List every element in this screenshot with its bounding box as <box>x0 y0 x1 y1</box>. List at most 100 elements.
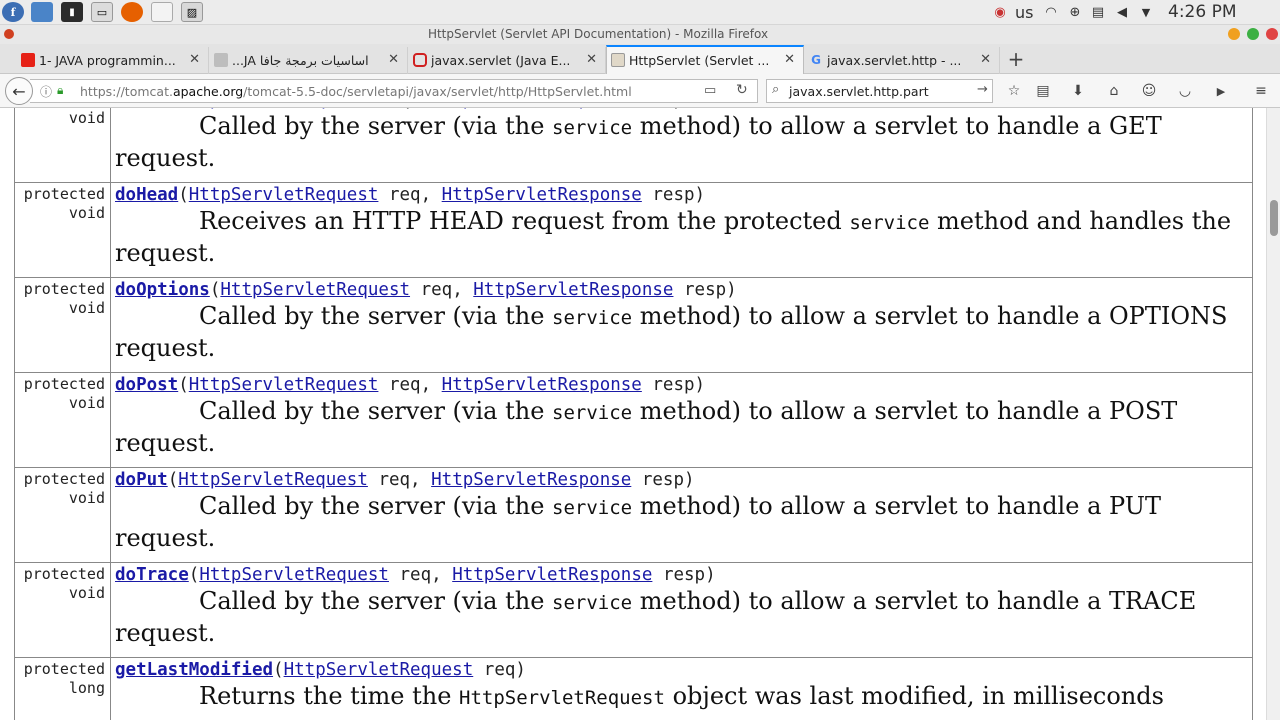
tab-javax-servlet-http[interactable]: G javax.servlet.http - ... ✕ <box>805 47 1000 74</box>
home-icon[interactable]: ⌂ <box>1104 82 1124 100</box>
param-type-link[interactable]: HttpServletRequest <box>284 660 474 680</box>
method-signature: doHead(HttpServletRequest req, HttpServl… <box>115 185 706 205</box>
method-row: protectedvoiddoGet(HttpServletRequest re… <box>14 108 1253 183</box>
param-name: req <box>378 470 411 490</box>
modifier-text: protected <box>23 470 105 488</box>
text-editor-icon[interactable] <box>151 2 173 22</box>
back-button[interactable]: ← <box>5 77 33 105</box>
method-name-link[interactable]: doGet <box>115 108 168 110</box>
reload-icon[interactable]: ↻ <box>736 82 748 98</box>
bookmarks-list-icon[interactable]: ▤ <box>1033 82 1053 100</box>
keyboard-layout-indicator[interactable]: us <box>1015 3 1033 22</box>
new-tab-button[interactable]: + <box>1004 48 1028 72</box>
modifier-cell: protectedvoid <box>14 277 111 373</box>
info-icon[interactable]: ⓘ <box>40 83 52 100</box>
param-name: resp <box>642 108 684 110</box>
param-type-link[interactable]: HttpServletRequest <box>189 185 379 205</box>
method-signature: doOptions(HttpServletRequest req, HttpSe… <box>115 280 737 300</box>
return-type-text: void <box>68 584 105 602</box>
minimize-button[interactable] <box>1228 28 1240 40</box>
description-code: HttpServletRequest <box>459 687 665 709</box>
tab-label: اساسيات برمجة جافا JA... <box>232 53 369 68</box>
description-code: service <box>552 592 633 614</box>
wifi-icon[interactable]: ◠ <box>1042 3 1060 21</box>
param-type-link[interactable]: HttpServletRequest <box>199 565 389 585</box>
download-icon[interactable]: ⬇ <box>1068 82 1088 100</box>
menu-icon[interactable]: ≡ <box>1251 82 1271 100</box>
scrollbar[interactable] <box>1266 108 1280 720</box>
close-button[interactable] <box>1266 28 1278 40</box>
description-text: Returns the time the <box>199 682 460 710</box>
description-text: object was last modified, in millisecond… <box>664 682 1164 710</box>
close-icon[interactable]: ✕ <box>586 52 597 67</box>
tab-java-programming[interactable]: 1- JAVA programmin... ✕ <box>17 47 209 74</box>
clock[interactable]: 4:26 PM <box>1168 2 1237 22</box>
description-text: Called by the server (via the <box>199 397 553 425</box>
method-row: protected void doPut(HttpServletRequest re… <box>14 467 1253 563</box>
param-name: req <box>388 375 421 395</box>
method-signature: getLastModified(HttpServletRequest req) <box>115 660 526 680</box>
param-type-link[interactable]: HttpServletRequest <box>178 108 368 110</box>
param-type-link[interactable]: HttpServletResponse <box>473 280 673 300</box>
youtube-addon-icon[interactable]: ▶ <box>1211 82 1231 100</box>
update-icon[interactable]: ⊕ <box>1066 3 1084 21</box>
method-detail-cell: getLastModified(HttpServletRequest req) R… <box>110 657 1253 720</box>
tab-arabic-java[interactable]: اساسيات برمجة جافا JA... ✕ <box>210 47 408 74</box>
image-viewer-icon[interactable]: ▨ <box>181 2 203 22</box>
param-name: req <box>388 185 421 205</box>
method-description: Called by the server (via the service me… <box>115 491 1248 553</box>
clipboard-icon[interactable]: ▤ <box>1090 3 1106 21</box>
lock-icon[interactable]: 🔒︎ <box>57 83 63 98</box>
method-description: Receives an HTTP HEAD request from the p… <box>115 206 1248 268</box>
url-text[interactable]: https://tomcat.apache.org/tomcat-5.5-doc… <box>80 84 632 99</box>
pocket-icon[interactable]: ◡ <box>1175 82 1195 100</box>
method-name-link[interactable]: doPost <box>115 375 178 395</box>
bookmark-star-icon[interactable]: ☆ <box>1004 82 1024 100</box>
param-type-link[interactable]: HttpServletResponse <box>431 470 631 490</box>
method-name-link[interactable]: doOptions <box>115 280 210 300</box>
description-code: service <box>552 307 633 329</box>
scroll-thumb[interactable] <box>1270 200 1278 236</box>
close-icon[interactable]: ✕ <box>784 52 795 67</box>
close-icon[interactable]: ✕ <box>388 52 399 67</box>
search-input[interactable]: javax.servlet.http.part <box>789 84 929 99</box>
firefox-icon[interactable] <box>121 2 143 22</box>
tab-label: 1- JAVA programmin... <box>39 53 176 68</box>
param-type-link[interactable]: HttpServletRequest <box>189 375 379 395</box>
terminal-icon[interactable]: ▮ <box>61 2 83 22</box>
record-icon[interactable]: ◉ <box>992 3 1008 21</box>
return-type-text: void <box>68 204 105 222</box>
method-name-link[interactable]: doTrace <box>115 565 189 585</box>
maximize-button[interactable] <box>1247 28 1259 40</box>
volume-icon[interactable]: ◀ <box>1113 3 1131 21</box>
param-type-link[interactable]: HttpServletRequest <box>220 280 410 300</box>
file-manager-icon[interactable] <box>31 2 53 22</box>
search-go-icon[interactable]: → <box>977 82 988 97</box>
tab-javax-servlet[interactable]: javax.servlet (Java E... ✕ <box>409 47 606 74</box>
method-description: Called by the server (via the service me… <box>115 396 1248 458</box>
tab-httpservlet[interactable]: HttpServlet (Servlet ... ✕ <box>606 45 804 74</box>
url-bar[interactable]: ⓘ 🔒︎ https://tomcat.apache.org/tomcat-5.… <box>30 79 758 103</box>
screenshot-icon[interactable]: ▭ <box>91 2 113 22</box>
method-name-link[interactable]: doPut <box>115 470 168 490</box>
param-type-link[interactable]: HttpServletRequest <box>178 470 368 490</box>
page-content: protectedvoiddoGet(HttpServletRequest re… <box>0 108 1266 720</box>
param-type-link[interactable]: HttpServletResponse <box>442 185 642 205</box>
method-detail-cell: doOptions(HttpServletRequest req, HttpSe… <box>110 277 1253 373</box>
method-name-link[interactable]: getLastModified <box>115 660 273 680</box>
close-icon[interactable]: ✕ <box>980 52 991 67</box>
chat-icon[interactable]: ☺ <box>1139 82 1159 100</box>
param-name: resp <box>652 375 695 395</box>
window-title-bar[interactable]: HttpServlet (Servlet API Documentation) … <box>0 25 1280 44</box>
search-bar[interactable]: ⌕ javax.servlet.http.part → <box>766 79 993 103</box>
close-icon[interactable]: ✕ <box>189 52 200 67</box>
param-name: resp <box>662 565 706 585</box>
reader-view-icon[interactable]: ▭ <box>704 83 716 98</box>
param-type-link[interactable]: HttpServletResponse <box>442 375 642 395</box>
param-name: req <box>483 660 516 680</box>
chevron-down-icon[interactable]: ▼ <box>1138 3 1154 21</box>
fedora-icon[interactable]: f <box>2 2 24 22</box>
param-type-link[interactable]: HttpServletResponse <box>431 108 631 110</box>
param-type-link[interactable]: HttpServletResponse <box>452 565 652 585</box>
method-name-link[interactable]: doHead <box>115 185 178 205</box>
